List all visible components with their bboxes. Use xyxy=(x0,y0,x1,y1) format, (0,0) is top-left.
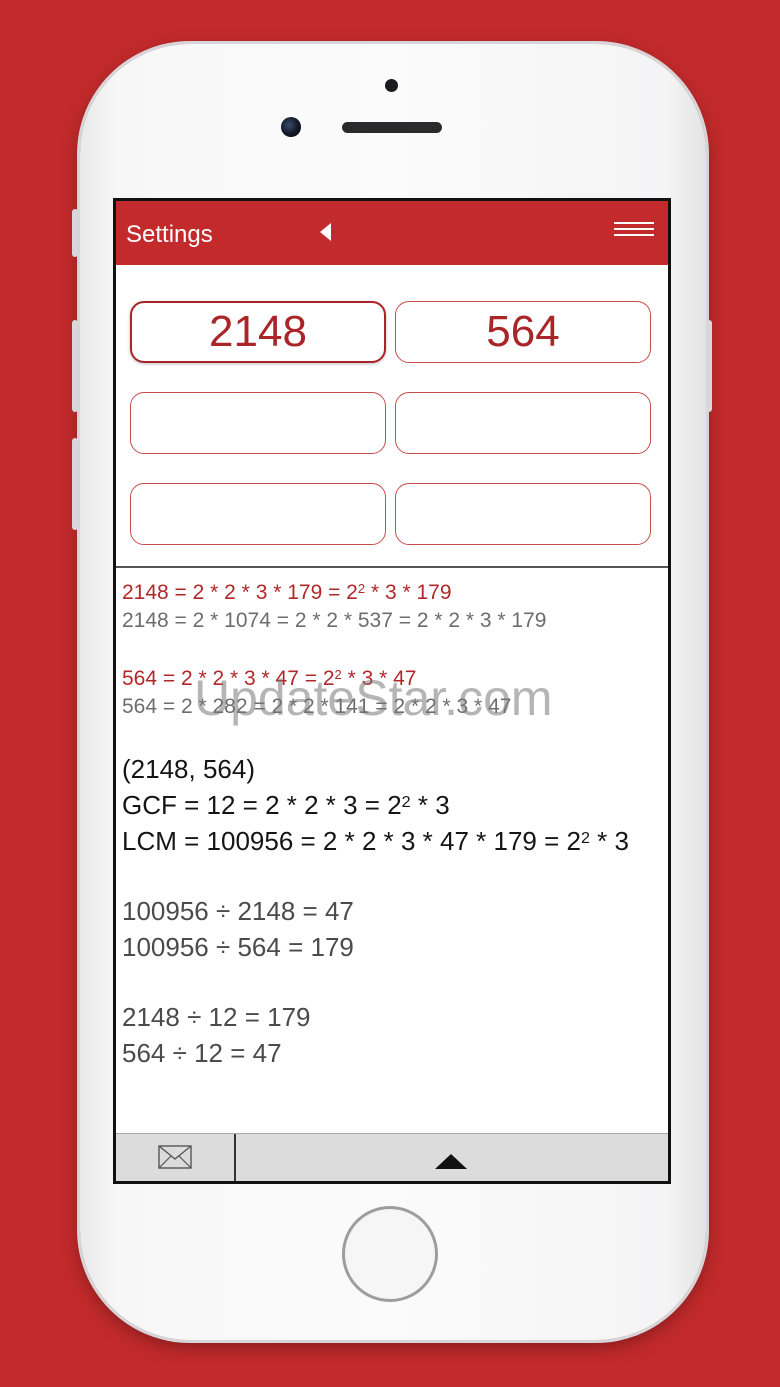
front-camera xyxy=(281,117,301,137)
factorization-steps-line: 2148 = 2 * 1074 = 2 * 2 * 537 = 2 * 2 * … xyxy=(122,609,547,632)
mute-switch xyxy=(72,209,78,257)
gcf-line: GCF = 12 = 2 * 2 * 3 = 22 * 3 xyxy=(122,790,450,820)
proximity-sensor xyxy=(385,79,398,92)
number-input-1[interactable]: 2148 xyxy=(130,301,386,363)
bottom-toolbar xyxy=(116,1133,668,1181)
mail-icon xyxy=(158,1145,192,1169)
hamburger-menu-icon[interactable] xyxy=(614,222,654,238)
factorization-line: 564 = 2 * 2 * 3 * 47 = 22 * 3 * 47 xyxy=(122,667,417,690)
back-arrow-icon[interactable] xyxy=(320,223,331,241)
number-input-2[interactable]: 564 xyxy=(395,301,651,363)
division-line: 100956 ÷ 564 = 179 xyxy=(122,932,354,962)
settings-button[interactable]: Settings xyxy=(126,221,213,249)
earpiece-speaker xyxy=(342,122,442,133)
factorization-line: 2148 = 2 * 2 * 3 * 179 = 22 * 3 * 179 xyxy=(122,581,452,604)
expand-button[interactable] xyxy=(236,1134,668,1181)
lcm-line: LCM = 100956 = 2 * 2 * 3 * 47 * 179 = 22… xyxy=(122,826,629,856)
factorization-steps-line: 564 = 2 * 282 = 2 * 2 * 141 = 2 * 2 * 3 … xyxy=(122,695,512,718)
home-button[interactable] xyxy=(342,1206,438,1302)
app-header: Settings xyxy=(116,201,668,265)
number-input-5[interactable] xyxy=(130,483,386,545)
results-area: 2148 = 2 * 2 * 3 * 179 = 22 * 3 * 179 21… xyxy=(122,579,662,1071)
number-input-4[interactable] xyxy=(395,392,651,454)
number-input-3[interactable] xyxy=(130,392,386,454)
division-line: 564 ÷ 12 = 47 xyxy=(122,1038,282,1068)
number-pair-line: (2148, 564) xyxy=(122,754,255,784)
phone-screen: Settings 2148 564 2148 = 2 * 2 * 3 * 179… xyxy=(113,198,671,1184)
section-divider xyxy=(116,566,668,568)
number-input-6[interactable] xyxy=(395,483,651,545)
division-line: 2148 ÷ 12 = 179 xyxy=(122,1002,311,1032)
power-button xyxy=(706,320,712,412)
triangle-up-icon xyxy=(435,1154,467,1169)
mail-button[interactable] xyxy=(116,1134,236,1181)
division-line: 100956 ÷ 2148 = 47 xyxy=(122,896,354,926)
volume-up-button xyxy=(72,320,78,412)
volume-down-button xyxy=(72,438,78,530)
app-screen: Settings 2148 564 2148 = 2 * 2 * 3 * 179… xyxy=(116,201,668,1181)
